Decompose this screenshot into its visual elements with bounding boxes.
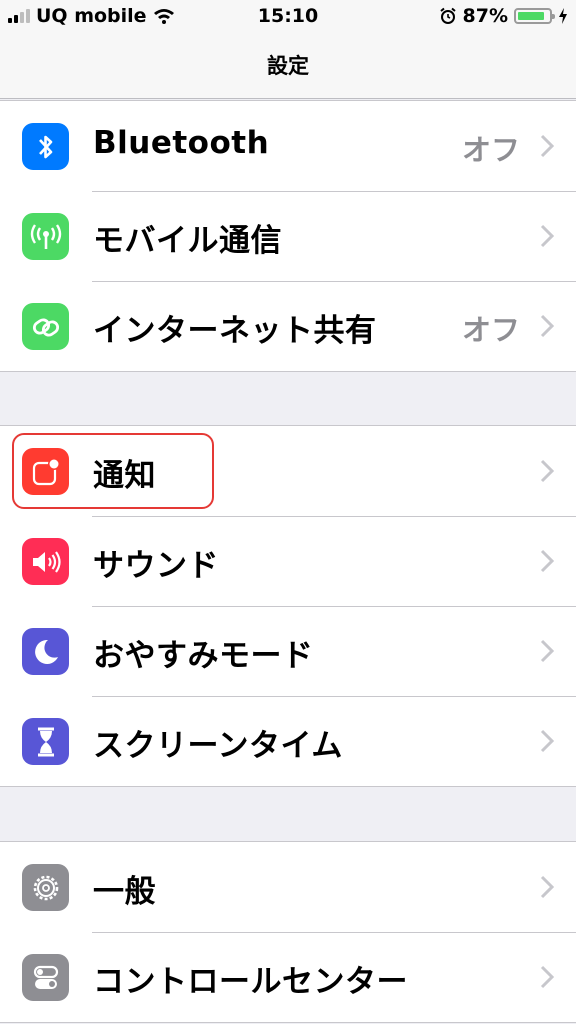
chevron-right-icon bbox=[540, 639, 554, 663]
settings-row-label: スクリーンタイム bbox=[93, 728, 343, 764]
settings-row-label: モバイル通信 bbox=[93, 223, 282, 259]
status-bar: UQ mobile 15:10 87% bbox=[0, 0, 576, 34]
settings-row-hotspot[interactable]: インターネット共有 オフ bbox=[0, 281, 576, 371]
toggles-icon bbox=[22, 954, 69, 1001]
link-icon bbox=[22, 303, 69, 350]
chevron-right-icon bbox=[540, 875, 554, 899]
settings-row-screen-time[interactable]: スクリーンタイム bbox=[0, 696, 576, 786]
navigation-bar: 設定 bbox=[0, 34, 576, 99]
settings-row-value: オフ bbox=[461, 313, 520, 347]
settings-row-label: コントロールセンター bbox=[93, 964, 408, 1000]
battery-percent: 87% bbox=[462, 5, 508, 27]
status-right: 87% bbox=[439, 5, 568, 27]
antenna-icon bbox=[22, 213, 69, 260]
speaker-icon bbox=[22, 538, 69, 585]
settings-row-bluetooth[interactable]: Bluetooth オフ bbox=[0, 101, 576, 191]
chevron-right-icon bbox=[540, 459, 554, 483]
chevron-right-icon bbox=[540, 965, 554, 989]
gear-icon bbox=[22, 864, 69, 911]
charging-icon bbox=[559, 8, 567, 24]
highlight-annotation bbox=[12, 433, 214, 509]
bluetooth-icon bbox=[22, 123, 69, 170]
alarm-icon bbox=[439, 7, 456, 24]
chevron-right-icon bbox=[540, 314, 554, 338]
chevron-right-icon bbox=[540, 549, 554, 573]
page-title: 設定 bbox=[267, 54, 309, 78]
settings-row-general[interactable]: 一般 bbox=[0, 842, 576, 932]
settings-row-sounds[interactable]: サウンド bbox=[0, 516, 576, 606]
settings-row-label: インターネット共有 bbox=[93, 313, 377, 349]
settings-group-general: 一般 コントロールセンター bbox=[0, 841, 576, 1023]
moon-icon bbox=[22, 628, 69, 675]
settings-row-label: おやすみモード bbox=[93, 638, 314, 674]
battery-fill bbox=[518, 12, 544, 20]
settings-group-connectivity: Bluetooth オフ モバイル通信 インターネット共有 オフ bbox=[0, 100, 576, 372]
battery-icon bbox=[514, 8, 555, 24]
settings-row-control-center[interactable]: コントロールセンター bbox=[0, 932, 576, 1022]
hourglass-icon bbox=[22, 718, 69, 765]
chevron-right-icon bbox=[540, 134, 554, 158]
settings-row-do-not-disturb[interactable]: おやすみモード bbox=[0, 606, 576, 696]
settings-row-value: オフ bbox=[461, 133, 520, 167]
settings-row-label: サウンド bbox=[93, 548, 219, 584]
settings-row-mobile-data[interactable]: モバイル通信 bbox=[0, 191, 576, 281]
chevron-right-icon bbox=[540, 224, 554, 248]
settings-row-label: 一般 bbox=[93, 874, 156, 910]
settings-row-label: Bluetooth bbox=[93, 125, 270, 161]
chevron-right-icon bbox=[540, 729, 554, 753]
